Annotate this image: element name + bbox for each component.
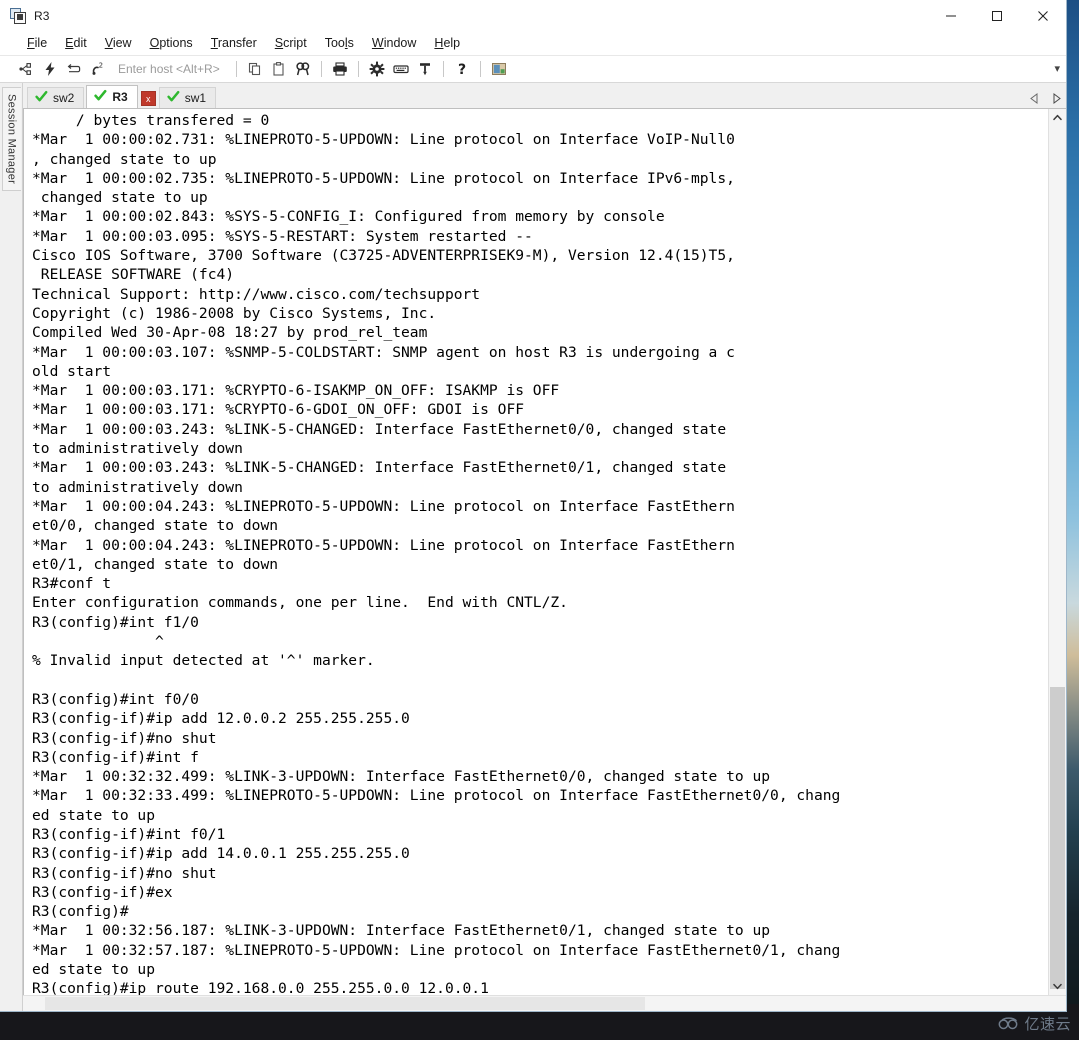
session-manager-panel[interactable]: Session Manager	[0, 83, 23, 1011]
toolbar: 2 Enter host <Alt+R> ? ▾	[0, 56, 1066, 83]
disconnect-icon[interactable]: 2	[86, 58, 110, 80]
window-title: R3	[34, 8, 50, 23]
connect-icon[interactable]	[14, 58, 38, 80]
tab-sw2[interactable]: sw2	[27, 87, 85, 108]
keyboard-icon[interactable]	[389, 58, 413, 80]
scroll-up-arrow-icon[interactable]	[1049, 109, 1066, 126]
maximize-button[interactable]	[974, 0, 1020, 31]
help-icon[interactable]: ?	[450, 58, 474, 80]
terminal-text: / bytes transfered = 0 *Mar 1 00:00:02.7…	[32, 112, 841, 995]
settings-gear-icon[interactable]	[365, 58, 389, 80]
toolbar-separator-4	[442, 61, 444, 77]
session-manager-tab-label[interactable]: Session Manager	[1, 87, 21, 192]
tab-sw1[interactable]: sw1	[158, 87, 217, 108]
session-tab-strip: sw2 R3 x sw1	[23, 83, 1066, 108]
connected-check-icon	[35, 90, 48, 106]
tab-scroll-controls	[1028, 91, 1062, 105]
tab-label: sw2	[53, 91, 75, 105]
terminal-output[interactable]: / bytes transfered = 0 *Mar 1 00:00:02.7…	[24, 109, 1048, 995]
close-button[interactable]	[1020, 0, 1066, 31]
tab-scroll-right-icon[interactable]	[1050, 91, 1062, 105]
watermark-text: 亿速云	[1024, 1015, 1071, 1033]
tab-label: sw1	[184, 91, 207, 105]
watermark: 亿速云	[998, 1013, 1071, 1034]
title-bar: R3	[0, 0, 1066, 31]
securecrt-window: R3 File Edit View Options Transfer Scrip…	[0, 0, 1067, 1012]
minimize-button[interactable]	[928, 0, 974, 31]
tab-r3[interactable]: R3	[86, 85, 138, 108]
reconnect-icon[interactable]	[62, 58, 86, 80]
tab-label: R3	[112, 90, 128, 104]
svg-text:2: 2	[99, 62, 103, 70]
menu-window[interactable]: Window	[363, 34, 425, 53]
svg-text:?: ?	[458, 62, 466, 77]
toolbar-separator-2	[320, 61, 322, 77]
host-entry-field[interactable]: Enter host <Alt+R>	[118, 62, 220, 76]
terminal-vertical-scrollbar[interactable]	[1048, 109, 1066, 995]
find-icon[interactable]	[291, 58, 315, 80]
menu-transfer[interactable]: Transfer	[202, 34, 266, 53]
terminal-window-icon	[10, 7, 26, 24]
terminal-area: / bytes transfered = 0 *Mar 1 00:00:02.7…	[23, 108, 1066, 995]
terminal-column: sw2 R3 x sw1 / bytes transfered = 0 *Mar…	[23, 83, 1066, 1011]
connected-check-icon	[167, 90, 180, 106]
close-tab-button[interactable]: x	[140, 91, 156, 106]
scrollbar-thumb[interactable]	[1050, 687, 1065, 989]
session-manager-icon[interactable]	[487, 58, 511, 80]
quick-connect-icon[interactable]	[38, 58, 62, 80]
print-icon[interactable]	[328, 58, 352, 80]
menu-tools[interactable]: Tools	[316, 34, 363, 53]
menu-edit[interactable]: Edit	[56, 34, 96, 53]
key-icon[interactable]	[413, 58, 437, 80]
paste-icon[interactable]	[267, 58, 291, 80]
menu-file[interactable]: File	[18, 34, 56, 53]
connected-check-icon	[94, 89, 107, 105]
menu-help[interactable]: Help	[425, 34, 469, 53]
cloud-icon	[998, 1016, 1020, 1031]
menu-options[interactable]: Options	[141, 34, 202, 53]
menu-view[interactable]: View	[96, 34, 141, 53]
toolbar-separator-5	[479, 61, 481, 77]
menu-bar: File Edit View Options Transfer Script T…	[0, 31, 1066, 56]
terminal-horizontal-scrollbar[interactable]	[23, 995, 1066, 1011]
scroll-down-arrow-icon[interactable]	[1049, 978, 1066, 995]
window-body: Session Manager sw2 R3 x sw1 / bytes tra…	[0, 83, 1066, 1011]
toolbar-overflow-chevron[interactable]: ▾	[1054, 63, 1060, 75]
tab-scroll-left-icon[interactable]	[1028, 91, 1040, 105]
copy-icon[interactable]	[243, 58, 267, 80]
hscrollbar-thumb[interactable]	[45, 997, 645, 1010]
toolbar-separator-3	[357, 61, 359, 77]
menu-script[interactable]: Script	[266, 34, 316, 53]
toolbar-separator-1	[235, 61, 237, 77]
